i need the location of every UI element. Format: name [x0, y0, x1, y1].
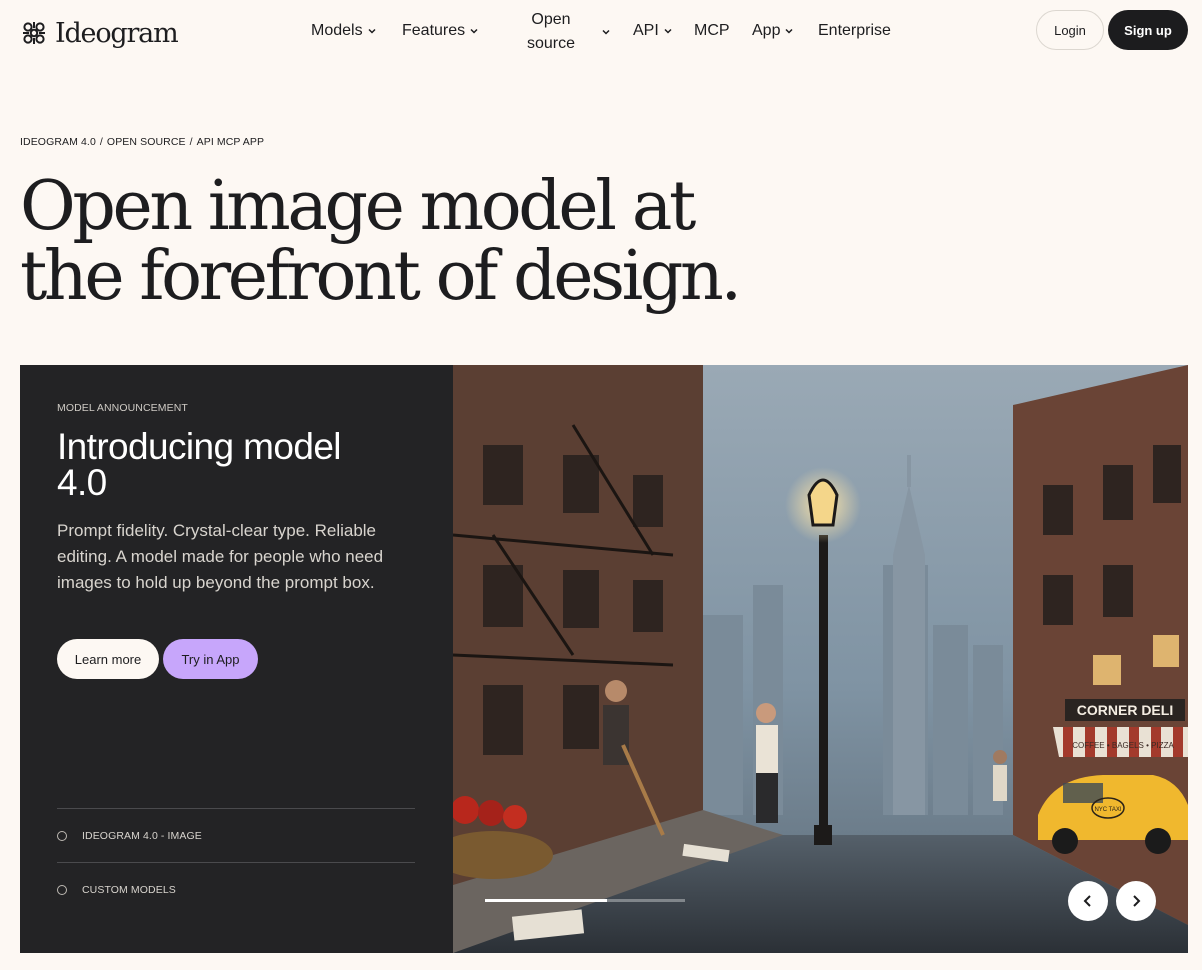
announcement-title-line-2: 4.0 [57, 462, 107, 503]
nav-mcp-label: MCP [694, 22, 730, 39]
model-option-custom-models[interactable]: CUSTOM MODELS [57, 862, 415, 916]
model-list: IDEOGRAM 4.0 - IMAGE CUSTOM MODELS [57, 808, 415, 916]
model-announcement-card: MODEL ANNOUNCEMENT Introducing model 4.0… [20, 365, 1188, 953]
deli-awning-text: COFFEE • BAGELS • PIZZA [1072, 741, 1174, 750]
nav-app[interactable]: App [752, 22, 794, 40]
carousel-progress-fill [485, 899, 607, 902]
announcement-title: Introducing model 4.0 [57, 426, 417, 503]
carousel-prev-button[interactable] [1068, 881, 1108, 921]
model-option-label: CUSTOM MODELS [82, 883, 176, 896]
radio-icon [57, 884, 67, 895]
breadcrumb: IDEOGRAM 4.0 / OPEN SOURCE / API MCP APP [20, 136, 264, 148]
hero-title-line-2: the forefront of design. [20, 237, 742, 316]
deli-sign-text: CORNER DELI [1077, 702, 1173, 718]
hero-title-line-1: Open image model at [20, 167, 696, 246]
main-nav: Models Features Open source API MCP App … [0, 0, 1202, 64]
try-in-app-button[interactable]: Try in App [163, 639, 258, 679]
nav-open-source-label: Open source [526, 11, 576, 52]
breadcrumb-ideogram-4[interactable]: IDEOGRAM 4.0 [20, 136, 96, 148]
breadcrumb-separator: / [99, 136, 103, 148]
chevron-right-icon [1133, 895, 1141, 907]
chevron-down-icon [368, 28, 376, 34]
nav-app-label: App [752, 22, 781, 39]
chevron-down-icon [664, 28, 672, 34]
nav-open-source[interactable]: Open source [518, 8, 614, 56]
carousel-image: CORNER DELI COFFEE • BAGELS • PIZZA NYC … [453, 365, 1188, 953]
breadcrumb-open-source[interactable]: OPEN SOURCE [107, 136, 186, 148]
chevron-left-icon [1083, 895, 1091, 907]
model-option-ideogram-4-image[interactable]: IDEOGRAM 4.0 - IMAGE [57, 808, 415, 862]
carousel-next-button[interactable] [1116, 881, 1156, 921]
nav-models-label: Models [311, 22, 363, 39]
model-option-label: IDEOGRAM 4.0 - IMAGE [82, 829, 202, 842]
nav-features-label: Features [402, 22, 466, 39]
announcement-eyebrow: MODEL ANNOUNCEMENT [57, 402, 188, 414]
nav-api-label: API [633, 22, 659, 39]
nav-features[interactable]: Features [402, 22, 479, 40]
radio-icon [57, 830, 67, 841]
nav-api[interactable]: API [633, 22, 673, 40]
learn-more-button[interactable]: Learn more [57, 639, 159, 679]
signup-button[interactable]: Sign up [1108, 10, 1188, 50]
breadcrumb-separator: / [189, 136, 193, 148]
chevron-down-icon [602, 29, 610, 35]
site-header: Ideogram Models Features Open source API… [0, 0, 1202, 64]
chevron-down-icon [785, 28, 793, 34]
nav-enterprise[interactable]: Enterprise [818, 22, 891, 40]
announcement-description: Prompt fidelity. Crystal-clear type. Rel… [57, 521, 384, 592]
chevron-down-icon [470, 28, 478, 34]
taxi-sign-text: NYC TAXI [1094, 807, 1121, 813]
carousel-progress-bar [485, 899, 685, 902]
nav-models[interactable]: Models [311, 22, 377, 40]
nav-mcp[interactable]: MCP [694, 22, 730, 40]
nav-enterprise-label: Enterprise [818, 22, 891, 39]
hero-title: Open image model at the forefront of des… [20, 172, 780, 312]
login-button[interactable]: Login [1036, 10, 1104, 50]
announcement-title-line-1: Introducing model [57, 426, 342, 467]
street-scene-image: CORNER DELI COFFEE • BAGELS • PIZZA NYC … [453, 365, 1188, 953]
breadcrumb-api-mcp-app[interactable]: API MCP APP [197, 136, 264, 148]
announcement-panel: MODEL ANNOUNCEMENT Introducing model 4.0… [20, 365, 453, 953]
